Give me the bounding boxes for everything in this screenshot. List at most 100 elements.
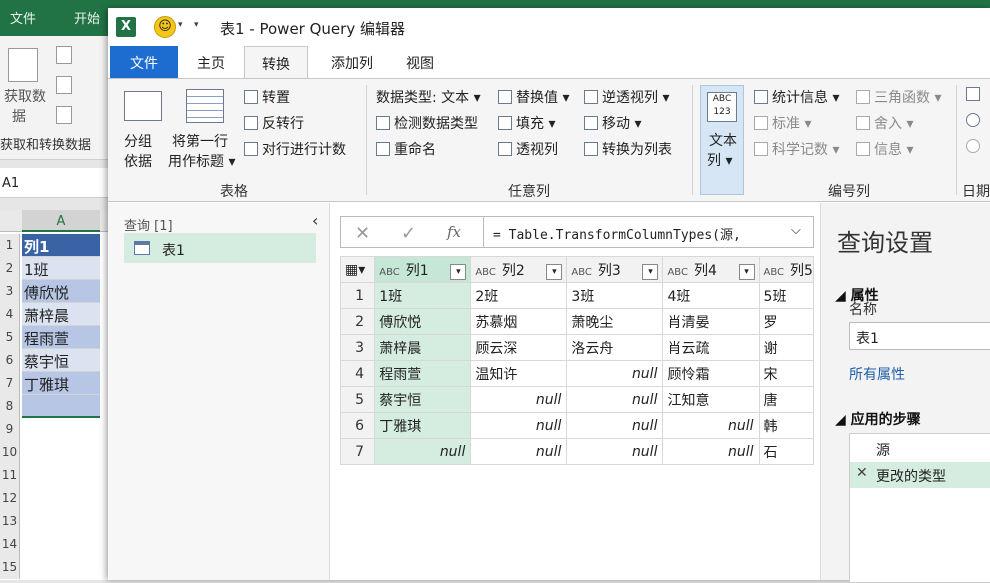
reverse-rows-button[interactable]: 反转行 <box>244 113 304 133</box>
table-cell[interactable]: 温知许 <box>470 360 568 387</box>
excel-row-number[interactable]: 2 <box>0 257 20 280</box>
first-row-header-icon[interactable] <box>186 89 224 123</box>
table-cell[interactable]: null <box>566 386 664 413</box>
pivot-button[interactable]: 透视列 <box>498 139 558 159</box>
excel-row-number[interactable]: 6 <box>0 349 20 372</box>
duration-icon[interactable] <box>966 139 984 155</box>
table-cell[interactable]: 萧梓晨 <box>374 334 472 361</box>
excel-row-number[interactable]: 3 <box>0 280 20 303</box>
excel-cell[interactable]: 萧梓晨 <box>22 303 100 326</box>
table-menu-icon[interactable]: ▦▾ <box>340 256 376 283</box>
row-number[interactable]: 6 <box>340 412 376 439</box>
excel-cell-header[interactable]: 列1 <box>22 234 100 257</box>
table-cell[interactable]: 萧晚尘 <box>566 308 664 335</box>
transpose-button[interactable]: 转置 <box>244 87 290 107</box>
rename-button[interactable]: 重命名 <box>376 139 436 159</box>
table-cell[interactable]: 苏慕烟 <box>470 308 568 335</box>
first-row-header-line2[interactable]: 用作标题 ▾ <box>168 151 235 171</box>
column-header-1[interactable]: ABC 列1 ▾ <box>374 256 472 283</box>
tab-view[interactable]: 视图 <box>394 46 446 78</box>
excel-cell[interactable]: 丁雅琪 <box>22 372 100 395</box>
table-cell[interactable]: null <box>566 438 664 465</box>
confirm-icon[interactable]: ✓ <box>401 223 416 244</box>
step-item[interactable]: 源 <box>850 436 990 462</box>
filter-icon[interactable]: ▾ <box>450 263 467 280</box>
table-cell[interactable]: 石 <box>758 438 814 465</box>
get-data-label-2[interactable]: 据 <box>12 106 26 126</box>
convert-to-list-button[interactable]: 转换为列表 <box>584 139 672 159</box>
tab-add-column[interactable]: 添加列 <box>314 46 390 78</box>
table-cell[interactable]: 肖清晏 <box>662 308 760 335</box>
excel-row-number[interactable]: 7 <box>0 372 20 395</box>
first-row-header-line1[interactable]: 将第一行 <box>172 131 228 151</box>
table-cell[interactable]: 程雨萱 <box>374 360 472 387</box>
table-cell[interactable]: null <box>470 386 568 413</box>
table-cell[interactable]: 顾怜霜 <box>662 360 760 387</box>
table-cell[interactable]: 罗 <box>758 308 814 335</box>
from-table-icon[interactable] <box>56 106 72 124</box>
excel-cell[interactable]: 蔡宇恒 <box>22 349 100 372</box>
date-icon[interactable] <box>966 87 984 103</box>
excel-row-number[interactable]: 10 <box>0 441 20 464</box>
table-cell[interactable]: null <box>566 412 664 439</box>
excel-row-number[interactable]: 11 <box>0 464 20 487</box>
filter-icon[interactable]: ▾ <box>642 263 659 280</box>
step-item-selected[interactable]: ✕ 更改的类型 <box>850 462 990 488</box>
excel-row-number[interactable]: 8 <box>0 395 20 418</box>
time-icon[interactable] <box>966 113 984 129</box>
row-number[interactable]: 2 <box>340 308 376 335</box>
rounding-button[interactable]: 舍入 ▾ <box>856 113 913 133</box>
detect-type-button[interactable]: 检测数据类型 <box>376 113 478 133</box>
name-box[interactable]: A1 <box>0 168 110 198</box>
row-number[interactable]: 3 <box>340 334 376 361</box>
column-header-2[interactable]: ABC 列2 ▾ <box>470 256 568 283</box>
table-cell[interactable]: 江知意 <box>662 386 760 413</box>
excel-cell-empty[interactable] <box>22 395 100 418</box>
table-cell[interactable]: 1班 <box>374 282 472 309</box>
smiley-feedback-icon[interactable]: ☺ <box>154 16 176 38</box>
table-cell[interactable]: 谢 <box>758 334 814 361</box>
delete-step-icon[interactable]: ✕ <box>856 465 868 481</box>
row-number[interactable]: 1 <box>340 282 376 309</box>
column-header-5[interactable]: ABC 列5 <box>758 256 814 283</box>
row-number[interactable]: 7 <box>340 438 376 465</box>
trig-button[interactable]: 三角函数 ▾ <box>856 87 941 107</box>
replace-values-button[interactable]: 替换值 ▾ <box>498 87 569 107</box>
group-by-button-line2[interactable]: 依据 <box>124 151 152 171</box>
scientific-button[interactable]: 科学记数 ▾ <box>754 139 839 159</box>
unpivot-button[interactable]: 逆透视列 ▾ <box>584 87 669 107</box>
filter-icon[interactable]: ▾ <box>738 263 755 280</box>
get-data-label-1[interactable]: 获取数 <box>4 86 46 106</box>
table-cell[interactable]: null <box>470 438 568 465</box>
tab-transform[interactable]: 转换 <box>244 46 308 78</box>
table-cell[interactable]: 韩 <box>758 412 814 439</box>
excel-row-number[interactable]: 5 <box>0 326 20 349</box>
chevron-left-icon[interactable]: ‹ <box>312 211 318 230</box>
row-number[interactable]: 5 <box>340 386 376 413</box>
table-cell[interactable]: 蔡宇恒 <box>374 386 472 413</box>
excel-row-number[interactable]: 12 <box>0 487 20 510</box>
excel-row-number[interactable]: 1 <box>0 234 20 257</box>
column-header-4[interactable]: ABC 列4 ▾ <box>662 256 760 283</box>
data-type-dropdown[interactable]: 数据类型: 文本 ▾ <box>376 87 481 107</box>
table-cell[interactable]: 3班 <box>566 282 664 309</box>
excel-cell[interactable]: 1班 <box>22 257 100 280</box>
table-cell[interactable]: null <box>662 438 760 465</box>
excel-row-number[interactable]: 15 <box>0 556 20 579</box>
cancel-icon[interactable]: ✕ <box>355 223 370 244</box>
table-cell[interactable]: 5班 <box>758 282 814 309</box>
chevron-down-icon[interactable]: ▾ <box>178 20 183 30</box>
applied-steps-section[interactable]: ◢ 应用的步骤 <box>835 409 921 429</box>
excel-tab-file[interactable]: 文件 <box>10 8 36 27</box>
excel-column-a[interactable]: A <box>22 210 100 232</box>
count-rows-button[interactable]: 对行进行计数 <box>244 139 346 159</box>
excel-cell[interactable]: 傅欣悦 <box>22 280 100 303</box>
table-cell[interactable]: null <box>566 360 664 387</box>
table-cell[interactable]: 4班 <box>662 282 760 309</box>
tab-file[interactable]: 文件 <box>110 46 178 78</box>
excel-row-number[interactable]: 14 <box>0 533 20 556</box>
excel-cell[interactable]: 程雨萱 <box>22 326 100 349</box>
table-cell[interactable]: null <box>662 412 760 439</box>
tab-home[interactable]: 主页 <box>182 46 240 78</box>
table-cell[interactable]: 唐 <box>758 386 814 413</box>
